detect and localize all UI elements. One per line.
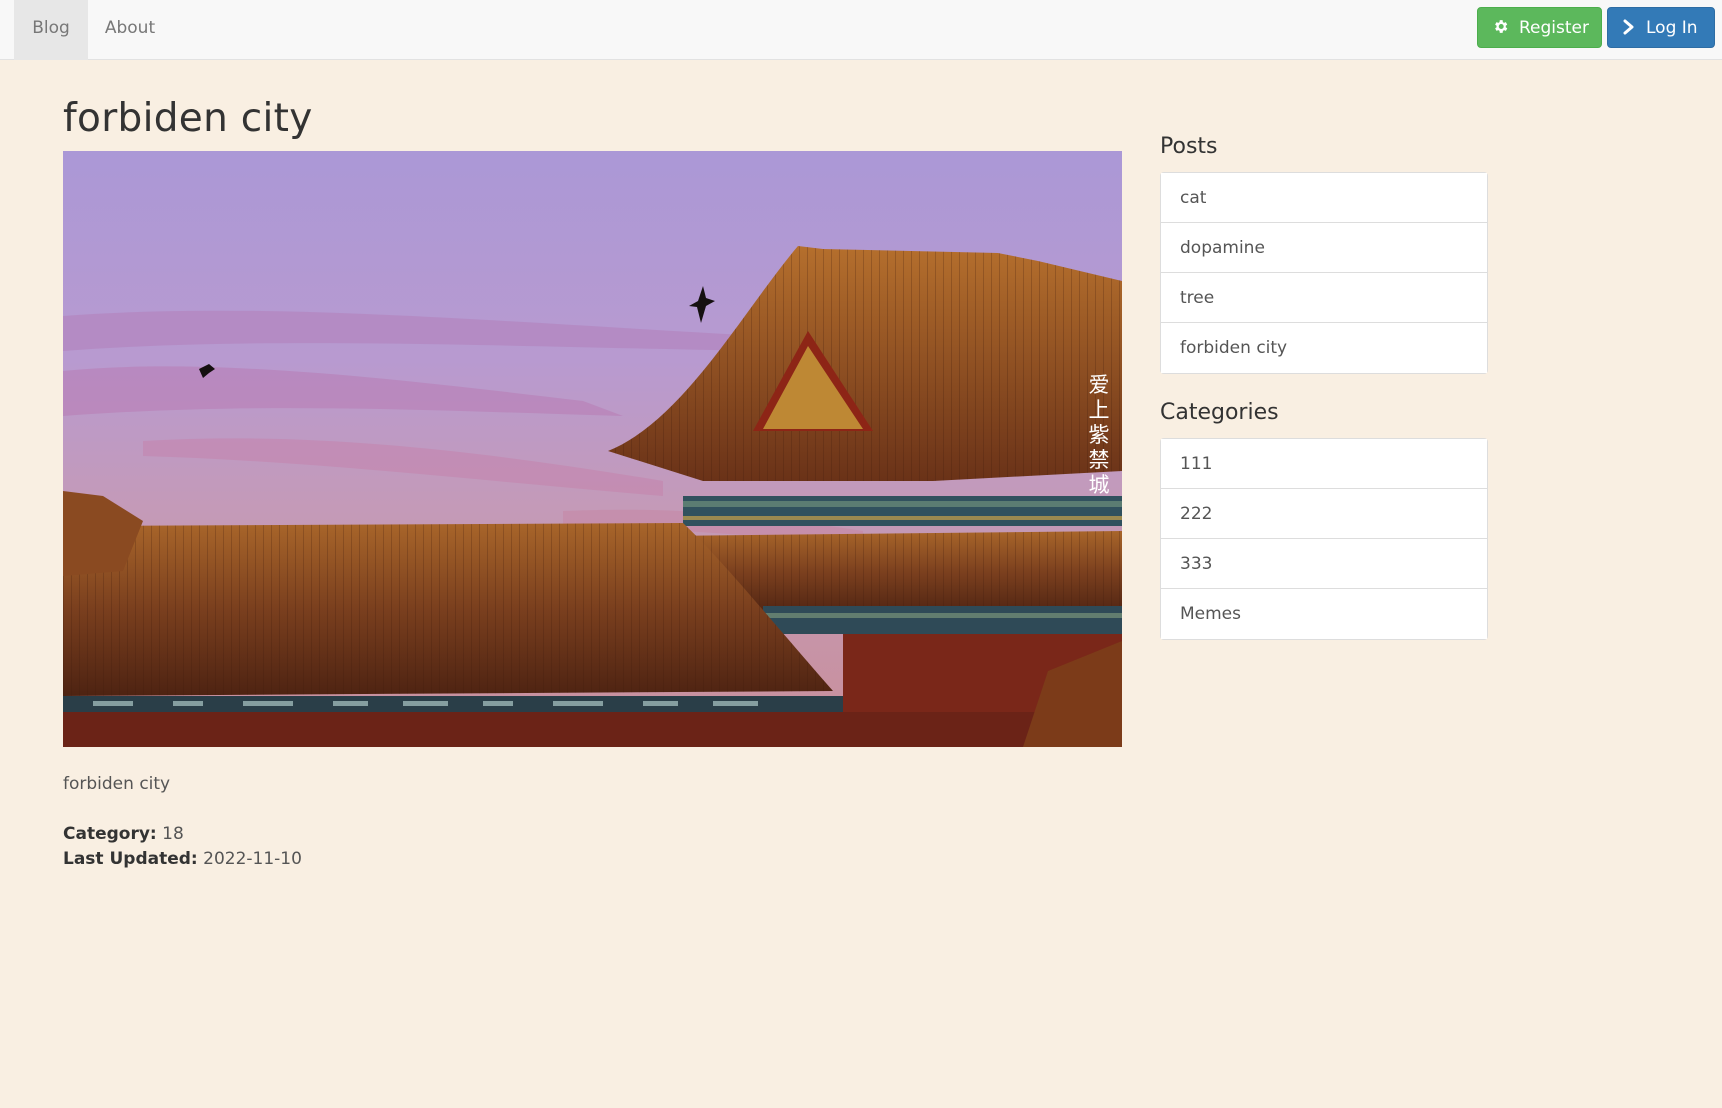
chevron-right-icon: [1622, 8, 1636, 47]
sidebar-category-item[interactable]: Memes: [1161, 589, 1487, 639]
nav-link-about[interactable]: About: [96, 0, 164, 60]
category-value: 18: [162, 824, 184, 844]
login-button[interactable]: Log In: [1607, 7, 1715, 48]
login-label: Log In: [1646, 18, 1698, 38]
sidebar-post-item[interactable]: tree: [1161, 273, 1487, 323]
svg-text:上: 上: [1089, 398, 1110, 422]
svg-text:紫: 紫: [1089, 423, 1110, 447]
sidebar-category-item[interactable]: 222: [1161, 489, 1487, 539]
post-category: Category: 18: [63, 824, 184, 844]
svg-text:爱: 爱: [1089, 373, 1110, 397]
last-updated-label: Last Updated:: [63, 849, 198, 869]
sidebar-post-item[interactable]: forbiden city: [1161, 323, 1487, 373]
sidebar-category-item[interactable]: 333: [1161, 539, 1487, 589]
category-label: Category:: [63, 824, 157, 844]
sidebar-categories-heading: Categories: [1160, 400, 1279, 425]
svg-text:城: 城: [1089, 473, 1110, 497]
post-last-updated: Last Updated: 2022-11-10: [63, 849, 302, 869]
sidebar-post-item[interactable]: cat: [1161, 173, 1487, 223]
sidebar-post-item[interactable]: dopamine: [1161, 223, 1487, 273]
register-button[interactable]: Register: [1477, 7, 1602, 48]
sidebar-posts-heading: Posts: [1160, 134, 1218, 159]
sidebar-category-item[interactable]: 111: [1161, 439, 1487, 489]
sidebar-categories-list: 111 222 333 Memes: [1160, 438, 1488, 640]
post-title: forbiden city: [63, 96, 313, 141]
post-body: forbiden city: [63, 774, 171, 794]
nav-link-blog[interactable]: Blog: [14, 0, 88, 60]
top-navbar: Blog About Register Log In: [0, 0, 1722, 60]
last-updated-value: 2022-11-10: [203, 849, 302, 869]
gear-icon: [1492, 8, 1509, 47]
register-label: Register: [1519, 18, 1589, 38]
svg-text:禁: 禁: [1089, 448, 1110, 472]
sidebar-posts-list: cat dopamine tree forbiden city: [1160, 172, 1488, 374]
post-image: 爱 上 紫 禁 城: [63, 151, 1122, 747]
